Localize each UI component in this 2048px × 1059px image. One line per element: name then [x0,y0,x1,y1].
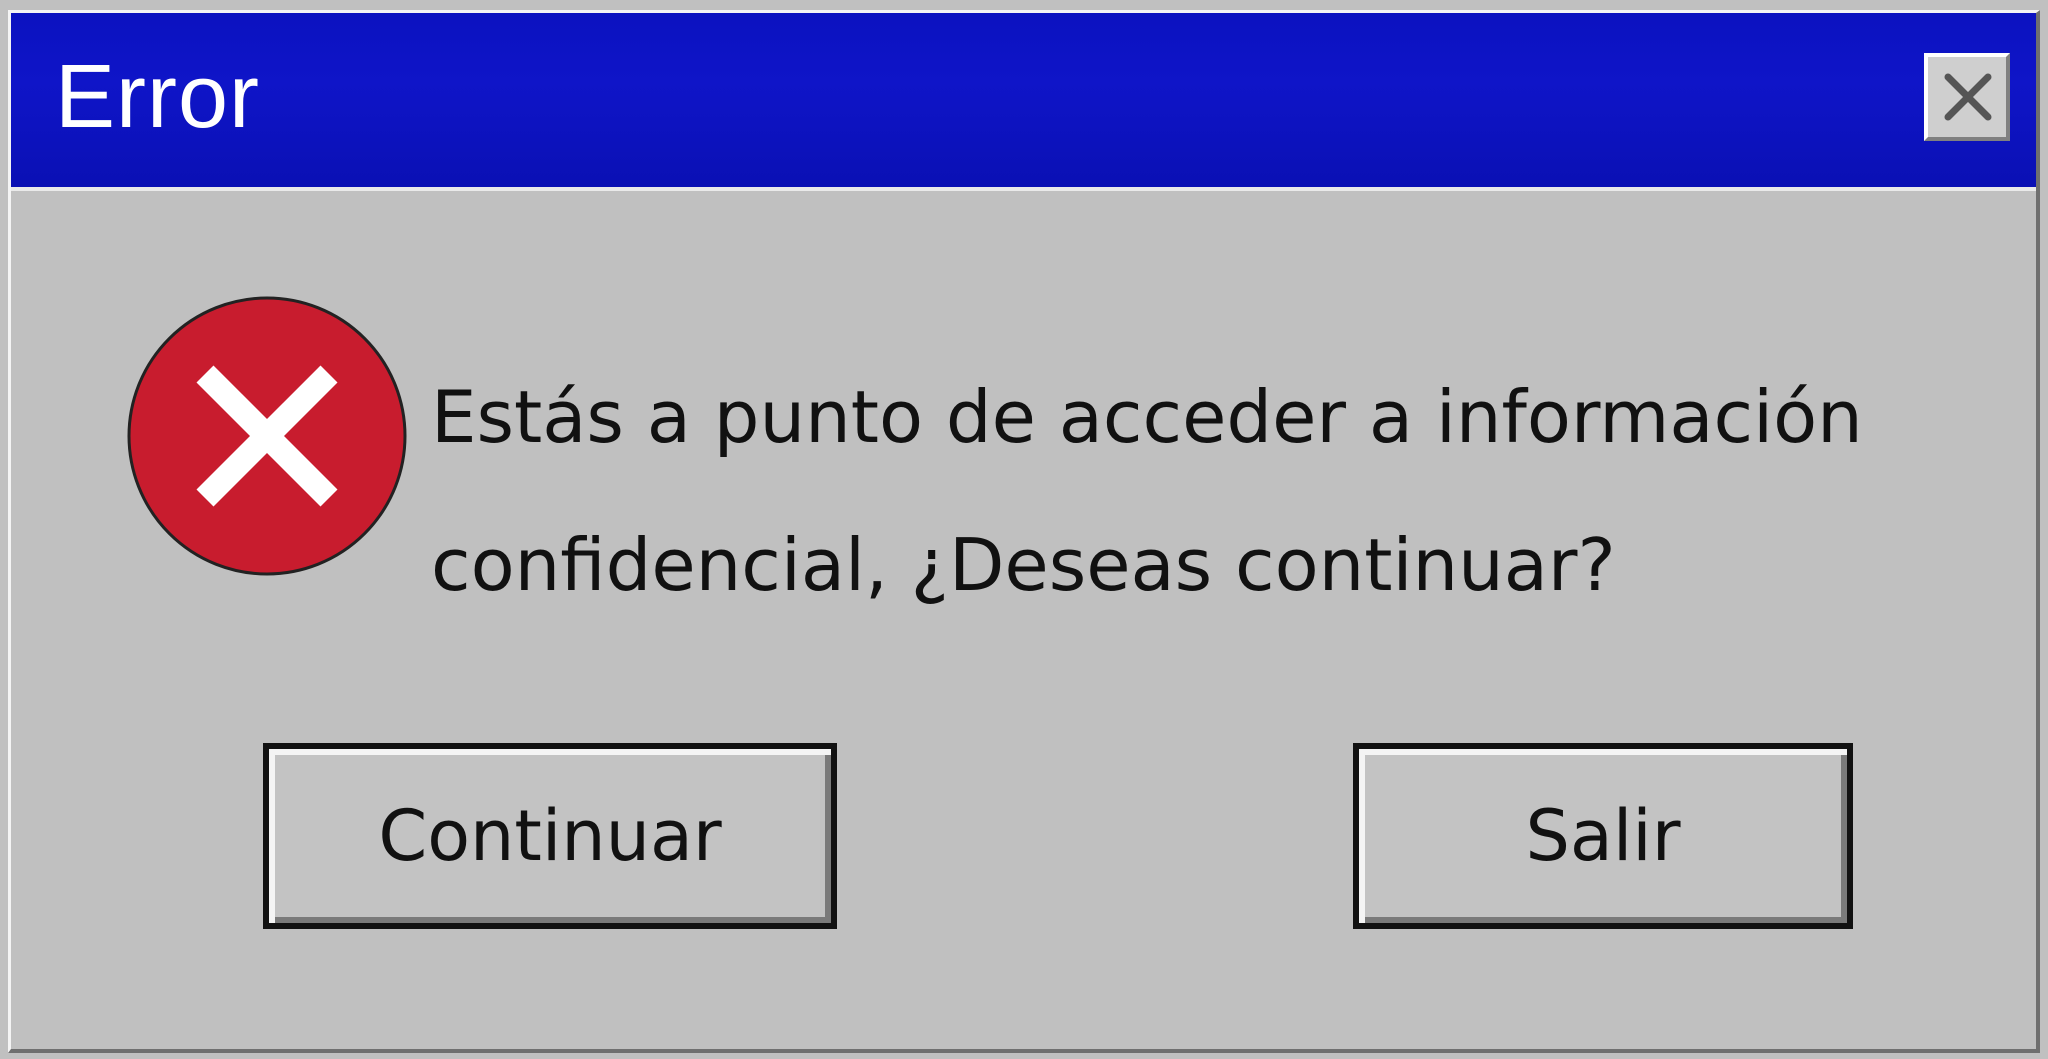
close-icon [1944,73,1992,121]
message-line-2: confidencial, ¿Deseas continuar? [431,523,1616,607]
window-title: Error [55,47,260,147]
message-line-1: Estás a punto de acceder a información [431,375,1863,459]
error-icon [125,294,409,583]
title-bar[interactable]: Error [11,13,2036,191]
error-dialog: Error Estás a punto de acceder a informa… [8,10,2040,1053]
continue-button[interactable]: Continuar [263,743,837,929]
close-button[interactable] [1924,53,2010,141]
exit-button[interactable]: Salir [1353,743,1853,929]
error-message: Estás a punto de acceder a información c… [431,343,1991,639]
